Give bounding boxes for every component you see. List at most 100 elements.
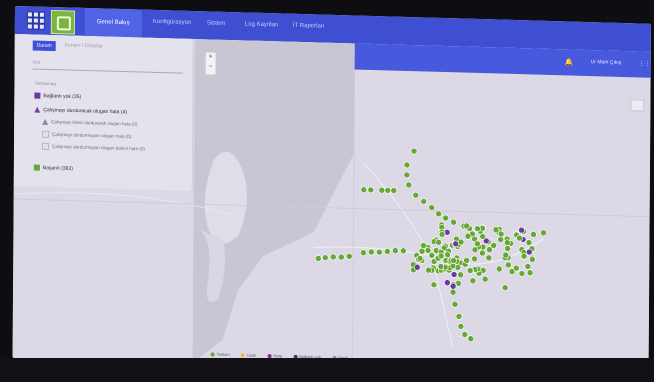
station-marker[interactable] [464, 232, 472, 240]
station-marker[interactable] [481, 275, 489, 283]
station-marker[interactable] [497, 236, 504, 243]
zoom-in-button[interactable]: + [206, 52, 216, 62]
station-marker[interactable] [479, 249, 486, 257]
tab-status[interactable]: Durum [32, 40, 56, 52]
station-marker[interactable] [413, 263, 421, 271]
station-marker[interactable] [428, 204, 435, 211]
station-marker[interactable] [368, 248, 375, 256]
search-input[interactable]: Ara [32, 56, 183, 74]
select-all-checkbox[interactable]: Tümünü seç [34, 81, 56, 87]
station-marker[interactable] [463, 257, 470, 264]
station-marker[interactable] [437, 252, 445, 260]
station-marker[interactable] [450, 218, 457, 226]
tab-overview[interactable]: Genel Bakış [84, 7, 142, 38]
tab-logs[interactable]: Log Kayıtları [245, 21, 279, 28]
station-marker[interactable] [403, 171, 411, 179]
station-marker[interactable] [416, 255, 424, 262]
layers-icon[interactable] [630, 99, 645, 112]
station-marker[interactable] [450, 271, 458, 278]
station-marker[interactable] [378, 186, 386, 194]
filter-row-sub[interactable]: Çalışmayı durdurmayan olugan bakım hata … [42, 142, 145, 153]
station-marker[interactable] [437, 263, 445, 270]
station-marker[interactable] [449, 288, 457, 296]
station-marker[interactable] [525, 239, 533, 246]
station-marker[interactable] [471, 246, 479, 254]
station-marker[interactable] [384, 187, 392, 194]
station-marker[interactable] [485, 254, 493, 262]
station-marker[interactable] [455, 313, 463, 320]
station-marker[interactable] [466, 267, 474, 274]
station-marker[interactable] [467, 335, 475, 343]
user-menu[interactable]: Ur Mark Çıkış [591, 59, 622, 66]
station-marker[interactable] [504, 245, 511, 252]
station-marker[interactable] [518, 270, 526, 277]
tab-reports[interactable]: İT Raporları [293, 23, 325, 30]
station-marker[interactable] [442, 214, 449, 222]
tab-configuration[interactable]: Konfigürasyon [153, 19, 191, 26]
station-marker[interactable] [376, 248, 383, 256]
filter-row-success[interactable]: Başarılı (363) [33, 164, 73, 172]
station-marker[interactable] [435, 238, 442, 246]
station-marker[interactable] [501, 284, 509, 291]
station-marker[interactable] [346, 253, 353, 260]
station-marker[interactable] [492, 226, 500, 234]
station-marker[interactable] [516, 234, 523, 242]
station-marker[interactable] [520, 252, 528, 260]
station-marker[interactable] [360, 186, 368, 194]
filter-row-sub[interactable]: Çalışmayı durdurmayan olugan hata (0) [42, 130, 131, 140]
station-marker[interactable] [403, 161, 411, 169]
station-marker[interactable] [461, 331, 469, 338]
station-marker[interactable] [524, 263, 532, 270]
station-marker[interactable] [410, 147, 418, 155]
station-marker[interactable] [392, 247, 399, 254]
filter-row-stopping-error[interactable]: Çalışmayı durduracak olugan hata (4) [34, 106, 127, 115]
station-marker[interactable] [412, 191, 420, 199]
zoom-control[interactable]: + − [204, 51, 217, 76]
station-marker[interactable] [469, 277, 477, 285]
tab-location-devices[interactable]: Konum / Cihazlar [65, 42, 103, 49]
station-marker[interactable] [479, 233, 486, 240]
station-marker[interactable] [360, 249, 367, 257]
station-marker[interactable] [530, 231, 537, 238]
more-icon[interactable]: ⋮⋮ [639, 60, 651, 67]
station-marker[interactable] [457, 323, 465, 330]
filter-row-sub[interactable]: Çalışmayı kimin durdurarak olugan hata (… [42, 118, 138, 128]
station-marker[interactable] [495, 265, 503, 273]
tab-system[interactable]: Sistem [207, 20, 225, 27]
station-marker[interactable] [526, 248, 533, 256]
station-marker[interactable] [384, 248, 391, 255]
station-marker[interactable] [390, 187, 398, 194]
station-marker[interactable] [497, 230, 505, 238]
station-marker[interactable] [504, 239, 511, 246]
station-marker[interactable] [425, 266, 432, 274]
bell-icon[interactable]: 🔔 [565, 58, 574, 66]
station-marker[interactable] [420, 242, 427, 249]
station-marker[interactable] [502, 251, 510, 259]
station-marker[interactable] [505, 261, 512, 269]
zoom-out-button[interactable]: − [206, 62, 216, 72]
station-marker[interactable] [457, 271, 464, 279]
station-marker[interactable] [321, 254, 329, 261]
station-marker[interactable] [444, 279, 451, 286]
station-marker[interactable] [471, 255, 478, 263]
station-marker[interactable] [314, 255, 322, 262]
station-marker[interactable] [518, 226, 525, 234]
station-marker[interactable] [457, 238, 465, 246]
filter-row-offline[interactable]: Bağlantı yok (35) [34, 92, 81, 100]
station-marker[interactable] [508, 268, 516, 275]
station-marker[interactable] [338, 253, 345, 261]
station-marker[interactable] [540, 229, 547, 237]
station-marker[interactable] [474, 225, 481, 232]
station-marker[interactable] [430, 281, 438, 289]
station-marker[interactable] [444, 251, 451, 259]
station-marker[interactable] [405, 181, 413, 189]
station-marker[interactable] [418, 247, 426, 255]
station-marker[interactable] [424, 247, 432, 254]
station-marker[interactable] [449, 282, 457, 290]
station-marker[interactable] [435, 210, 442, 218]
station-marker[interactable] [529, 256, 536, 263]
station-marker[interactable] [367, 186, 375, 194]
station-marker[interactable] [420, 198, 428, 205]
station-marker[interactable] [330, 253, 337, 261]
station-marker[interactable] [451, 300, 459, 308]
